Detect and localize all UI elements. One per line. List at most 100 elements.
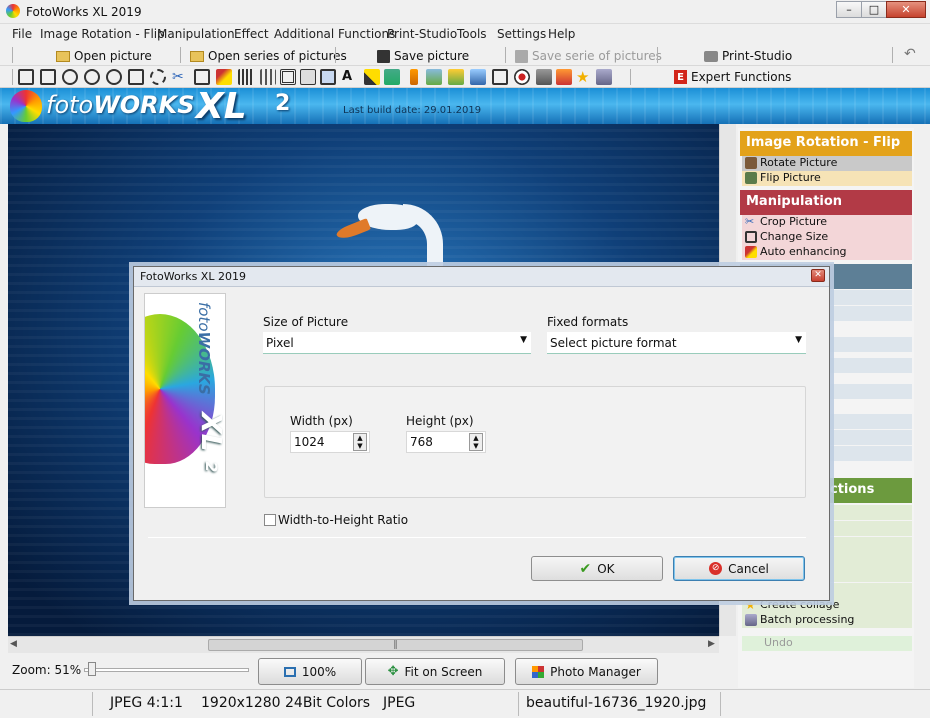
menu-print-studio[interactable]: Print-Studio	[387, 27, 457, 41]
zoom-slider[interactable]	[84, 660, 249, 682]
build-date: Last build date: 29.01.2019	[343, 105, 482, 116]
brush-icon[interactable]	[364, 69, 380, 85]
rotate-ccw-icon[interactable]	[62, 69, 78, 85]
ok-button[interactable]: ✔ OK	[531, 556, 663, 581]
star-icon[interactable]: ★	[576, 69, 592, 85]
rotate-cw-icon[interactable]	[84, 69, 100, 85]
zoom-100-button[interactable]: 100%	[258, 658, 362, 685]
landscape-icon[interactable]	[426, 69, 442, 85]
levels-icon[interactable]	[238, 69, 254, 85]
undo-arrow-icon[interactable]: ↶	[904, 46, 916, 62]
image-edit-icon[interactable]	[384, 69, 400, 85]
expert-functions-button[interactable]: E Expert Functions	[674, 68, 791, 86]
sidebar-item-change-size[interactable]: Change Size	[742, 230, 912, 245]
maximize-button[interactable]: □	[861, 1, 887, 18]
menu-help[interactable]: Help	[548, 27, 575, 41]
flip-icon[interactable]	[106, 69, 122, 85]
open-series-button[interactable]: Open series of pictures	[190, 47, 347, 65]
scroll-right-icon[interactable]: ▶	[708, 639, 715, 649]
zoom-label: Zoom: 51%	[12, 663, 82, 677]
batch-icon[interactable]	[596, 69, 612, 85]
menu-tools[interactable]: Tools	[457, 27, 487, 41]
ratio-label: Width-to-Height Ratio	[278, 513, 409, 527]
printer-icon	[704, 50, 718, 62]
horizontal-scrollbar[interactable]: ◀ ‖ ▶	[8, 636, 719, 653]
floppy-icon	[377, 49, 390, 63]
menu-settings[interactable]: Settings	[497, 27, 546, 41]
menu-effect[interactable]: Effect	[234, 27, 269, 41]
rotate-right-icon[interactable]	[40, 69, 56, 85]
open-picture-button[interactable]: Open picture	[56, 47, 152, 65]
dimensions-group: Width (px) 1024 ▲ ▼ Height (px) 768 ▲ ▼	[264, 386, 806, 498]
sidebar-item-undo[interactable]: Undo	[742, 636, 912, 651]
balloon-logo-icon	[10, 90, 42, 122]
sidebar-item-auto-enhancing[interactable]: Auto enhancing	[742, 245, 912, 260]
batch-icon	[745, 614, 757, 626]
rotate-left-icon[interactable]	[18, 69, 34, 85]
menu-image-rotation[interactable]: Image Rotation - Flip	[40, 27, 165, 41]
fit-arrows-icon: ✥	[387, 664, 399, 679]
size-of-picture-label: Size of Picture	[263, 315, 349, 329]
sidebar-item-crop-picture[interactable]: ✂ Crop Picture	[742, 215, 912, 230]
status-filename: beautiful-16736_1920.jpg	[526, 695, 707, 711]
dialog-close-button[interactable]: ✕	[811, 269, 825, 282]
menu-manipulation[interactable]: Manipulation	[157, 27, 235, 41]
height-spin-buttons[interactable]: ▲ ▼	[469, 433, 483, 451]
crop-icon[interactable]	[194, 69, 210, 85]
sidebar-item-flip-picture[interactable]: Flip Picture	[742, 171, 912, 186]
fit-on-screen-button[interactable]: ✥ Fit on Screen	[365, 658, 505, 685]
window-title: FotoWorks XL 2019	[26, 5, 142, 19]
mirror-icon[interactable]	[128, 69, 144, 85]
cancel-button[interactable]: ⊘ Cancel	[673, 556, 805, 581]
scroll-left-icon[interactable]: ◀	[10, 639, 17, 649]
ratio-checkbox[interactable]	[264, 514, 276, 526]
flip-vertical-icon[interactable]	[150, 69, 166, 85]
sidebar-item-batch-processing[interactable]: Batch processing	[742, 613, 912, 628]
width-label: Width (px)	[290, 414, 353, 428]
effects-icon[interactable]	[556, 69, 572, 85]
square-icon[interactable]	[492, 69, 508, 85]
stamp-icon[interactable]	[536, 69, 552, 85]
menu-file[interactable]: File	[12, 27, 32, 41]
sliders-icon[interactable]	[260, 69, 276, 85]
pen-icon[interactable]	[410, 69, 418, 85]
zoom-box-icon	[283, 666, 296, 677]
wand-icon[interactable]	[216, 69, 232, 85]
sidebar-item-rotate-picture[interactable]: Rotate Picture	[742, 156, 912, 171]
width-spin-buttons[interactable]: ▲ ▼	[353, 433, 367, 451]
floppy-icon	[515, 49, 528, 63]
main-toolbar: Open picture Open series of pictures Sav…	[0, 44, 930, 66]
dialog-title: FotoWorks XL 2019	[140, 270, 246, 283]
frame-icon[interactable]	[280, 69, 296, 85]
banner-logo-xl: XL	[196, 88, 247, 124]
save-picture-button[interactable]: Save picture	[377, 47, 469, 65]
size-unit-select[interactable]: Pixel ▼	[263, 332, 531, 354]
fixed-formats-label: Fixed formats	[547, 315, 629, 329]
app-icon	[6, 4, 20, 18]
sidebar-header-manipulation[interactable]: Manipulation	[740, 190, 912, 215]
photo-icon[interactable]	[300, 69, 316, 85]
save-serie-button[interactable]: Save serie of pictures	[515, 47, 662, 65]
photo-manager-button[interactable]: Photo Manager	[515, 658, 658, 685]
scissors-icon: ✂	[745, 215, 755, 228]
width-input[interactable]: 1024 ▲ ▼	[290, 431, 370, 453]
close-button[interactable]: ✕	[886, 1, 926, 18]
height-input[interactable]: 768 ▲ ▼	[406, 431, 486, 453]
fixed-format-select[interactable]: Select picture format ▼	[547, 332, 806, 354]
eye-icon[interactable]	[514, 69, 530, 85]
horizontal-scroll-thumb[interactable]: ‖	[208, 639, 583, 651]
gallery-icon[interactable]	[448, 69, 464, 85]
resize-dialog: FotoWorks XL 2019 ✕ fotoWORKS XL 2 Size …	[133, 266, 830, 601]
cut-icon[interactable]: ✂	[172, 69, 188, 85]
sidebar-header-rotation[interactable]: Image Rotation - Flip	[740, 131, 912, 156]
minimize-button[interactable]: –	[836, 1, 862, 18]
print-studio-button[interactable]: Print-Studio	[704, 47, 792, 65]
folder-icon	[190, 50, 204, 62]
fill-icon[interactable]	[470, 69, 486, 85]
picture-icon[interactable]	[320, 69, 336, 85]
status-format: JPEG	[383, 695, 416, 711]
height-label: Height (px)	[406, 414, 474, 428]
text-icon[interactable]: A	[342, 69, 358, 85]
zoom-slider-knob[interactable]	[88, 662, 96, 676]
menu-additional-functions[interactable]: Additional Functions	[274, 27, 395, 41]
